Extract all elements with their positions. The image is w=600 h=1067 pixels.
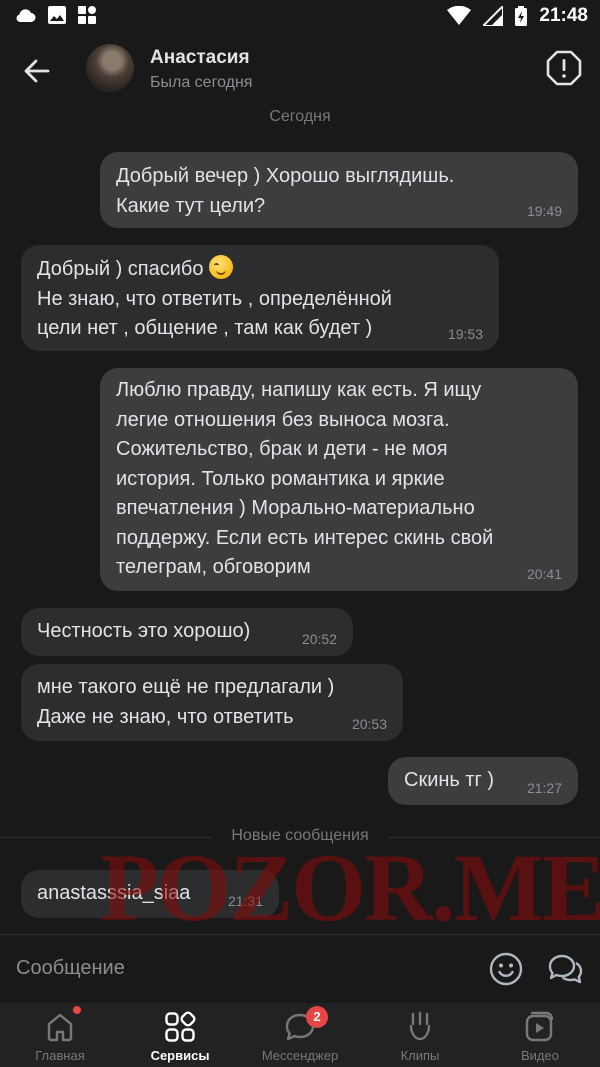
contact-name[interactable]: Анастасия: [150, 47, 250, 69]
report-icon[interactable]: [546, 50, 582, 86]
tab-messenger[interactable]: Мессенджер: [240, 1003, 360, 1067]
tab-label: Сервисы: [150, 1048, 210, 1063]
home-icon: [47, 1013, 73, 1042]
message-text: Добрый ) спасибо: [37, 255, 483, 285]
cloud-icon: [16, 9, 36, 22]
signal-icon: [483, 6, 504, 26]
image-icon: [48, 6, 66, 24]
message-input[interactable]: Сообщение: [16, 957, 125, 980]
message-time: 21:27: [526, 780, 562, 796]
battery-icon: [515, 6, 528, 26]
chat-header: Анастасия Была сегодня: [0, 34, 600, 106]
message-text: Добрый вечер ) Хорошо выглядишь. Какие т…: [116, 165, 455, 217]
message-bubble-incoming[interactable]: Добрый ) спасибо Не знаю, что ответить ,…: [21, 245, 499, 351]
wifi-icon: [447, 6, 472, 25]
smiling-face-emoji-icon: [209, 255, 234, 279]
apps-icon: [78, 6, 96, 24]
emoji-icon[interactable]: [488, 951, 524, 987]
message-time: 20:53: [351, 716, 387, 732]
unread-badge: 2: [306, 1006, 328, 1028]
tab-label: Видео: [521, 1048, 559, 1063]
tab-clips[interactable]: Клипы: [360, 1003, 480, 1067]
message-bubble-outgoing[interactable]: Скинь тг ) 21:27: [388, 757, 578, 805]
bottom-tab-bar: Главная Сервисы Мессенджер Клипы Видео: [0, 1003, 600, 1067]
message-text: Не знаю, что ответить , определённой цел…: [37, 287, 392, 340]
tab-label: Главная: [35, 1048, 85, 1063]
message-text: Честность это хорошо): [37, 620, 251, 642]
message-bubble-incoming[interactable]: мне такого ещё не предлагали ) Даже не з…: [21, 664, 403, 741]
message-bubble-outgoing[interactable]: Добрый вечер ) Хорошо выглядишь. Какие т…: [100, 152, 578, 228]
clock: 21:48: [539, 5, 588, 26]
tab-services[interactable]: Сервисы: [120, 1003, 240, 1067]
message-time: 20:41: [526, 566, 562, 582]
message-bubble-outgoing[interactable]: Люблю правду, напишу как есть. Я ищу лег…: [100, 368, 578, 591]
message-text: Люблю правду, напишу как есть. Я ищу лег…: [116, 379, 494, 578]
tab-video[interactable]: Видео: [480, 1003, 600, 1067]
date-separator: Сегодня: [269, 108, 331, 125]
avatar[interactable]: [86, 44, 134, 92]
clips-icon: [409, 1011, 431, 1041]
video-icon: [525, 1011, 554, 1042]
message-bubble-incoming[interactable]: Честность это хорошо) 20:52: [21, 608, 353, 656]
message-time: 20:52: [301, 631, 337, 647]
tab-label: Мессенджер: [261, 1048, 339, 1063]
contact-status: Была сегодня: [150, 74, 253, 91]
watermark: POZOR.ME: [100, 834, 600, 941]
services-icon: [165, 1011, 196, 1042]
message-text-line: Добрый ) спасибо: [37, 258, 204, 280]
chat-bubbles-icon[interactable]: [546, 951, 584, 987]
back-arrow-icon[interactable]: [18, 52, 56, 90]
notification-dot: [73, 1006, 81, 1014]
message-composer: Сообщение: [0, 934, 600, 1003]
message-time: 19:53: [447, 326, 483, 342]
message-text: мне такого ещё не предлагали ) Даже не з…: [37, 676, 335, 728]
tab-home[interactable]: Главная: [0, 1003, 120, 1067]
tab-label: Клипы: [400, 1048, 440, 1063]
status-bar: 21:48: [0, 0, 600, 34]
message-time: 19:49: [526, 203, 562, 219]
